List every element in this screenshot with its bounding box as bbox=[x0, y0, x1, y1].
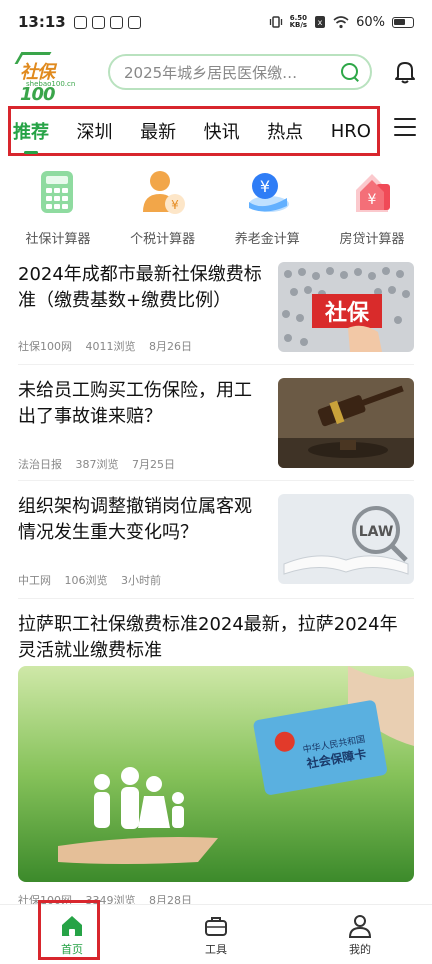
category-tab-bar: 推荐 深圳 最新 快讯 热点 HRO bbox=[0, 104, 432, 156]
thumb-label: 社保 bbox=[325, 300, 370, 326]
category-tabs: 推荐 深圳 最新 快讯 热点 HRO bbox=[12, 106, 372, 156]
article-thumbnail: 社保 bbox=[278, 262, 414, 352]
tab-flash[interactable]: 快讯 bbox=[203, 118, 241, 144]
thumb-label: LAW bbox=[359, 524, 394, 540]
tool-social-security-calc[interactable]: 社保计算器 bbox=[12, 162, 104, 252]
search-input[interactable]: 2025年城乡居民医保缴… bbox=[108, 54, 372, 90]
feed-divider bbox=[18, 480, 414, 481]
svg-text:¥: ¥ bbox=[260, 177, 270, 196]
article-date: 3小时前 bbox=[121, 574, 161, 587]
tool-label: 个税计算器 bbox=[130, 232, 196, 247]
menu-icon[interactable] bbox=[394, 118, 416, 138]
status-app-icons bbox=[73, 15, 141, 29]
article-meta: 法治日报 387浏览 7月25日 bbox=[18, 456, 185, 472]
app-notify-icon bbox=[91, 15, 105, 29]
article-thumbnail: LAW bbox=[278, 494, 414, 584]
article-title: 组织架构调整撤销岗位属客观情况发生重大变化吗？ bbox=[18, 496, 252, 543]
article-date: 7月25日 bbox=[132, 458, 175, 471]
tool-label: 社保计算器 bbox=[25, 232, 91, 247]
article-big-image[interactable]: 中华人民共和国 社会保障卡 bbox=[18, 666, 414, 882]
article-title: 2024年成都市最新社保缴费标准（缴费基数+缴费比例） bbox=[18, 264, 262, 311]
nav-label: 工具 bbox=[205, 943, 227, 956]
feed-divider bbox=[18, 364, 414, 365]
feed-divider bbox=[18, 598, 414, 599]
svg-text:¥: ¥ bbox=[368, 192, 377, 208]
tool-pension-calc[interactable]: ¥ 养老金计算 bbox=[221, 162, 313, 252]
article-title: 未给员工购买工伤保险，用工出了事故谁来赔？ bbox=[18, 380, 252, 427]
battery-icon bbox=[392, 16, 414, 28]
yuan-coin-icon: ¥ bbox=[243, 168, 291, 216]
status-bar: 13:13 6.50 KB/s x 60% bbox=[0, 0, 432, 44]
status-time: 13:13 bbox=[18, 13, 66, 31]
tool-mortgage-calc[interactable]: ¥ 房贷计算器 bbox=[326, 162, 418, 252]
tool-shortcuts: 社保计算器 ¥ 个税计算器 ¥ 养老金计算 ¥ 房贷计算器 bbox=[0, 162, 432, 252]
article-item[interactable]: 2024年成都市最新社保缴费标准（缴费基数+缴费比例） 社保100网 4011浏… bbox=[18, 262, 414, 356]
bell-icon[interactable] bbox=[392, 59, 418, 85]
person-yuan-icon: ¥ bbox=[139, 168, 187, 216]
calculator-icon bbox=[34, 168, 82, 216]
tab-hot[interactable]: 热点 bbox=[266, 118, 304, 144]
article-views: 387浏览 bbox=[75, 458, 119, 471]
toolbox-icon bbox=[205, 917, 227, 936]
article-source: 社保100网 bbox=[18, 340, 72, 353]
article-views: 4011浏览 bbox=[85, 340, 136, 353]
article-item[interactable]: 拉萨职工社保缴费标准2024最新，拉萨2024年灵活就业缴费标准 bbox=[18, 612, 414, 664]
app-header: 社保100 shebao100.cn 2025年城乡居民医保缴… bbox=[0, 44, 432, 105]
nav-highlight-box bbox=[38, 900, 100, 960]
tab-latest[interactable]: 最新 bbox=[139, 118, 177, 144]
tab-hro[interactable]: HRO bbox=[330, 121, 372, 142]
status-indicators: 6.50 KB/s x 60% bbox=[269, 15, 414, 30]
svg-text:¥: ¥ bbox=[171, 198, 179, 212]
article-date: 8月26日 bbox=[149, 340, 192, 353]
user-icon bbox=[348, 915, 372, 938]
article-thumbnail bbox=[278, 378, 414, 468]
search-icon[interactable] bbox=[340, 62, 360, 82]
tool-income-tax-calc[interactable]: ¥ 个税计算器 bbox=[117, 162, 209, 252]
nav-profile[interactable]: 我的 bbox=[288, 905, 432, 964]
article-meta: 中工网 106浏览 3小时前 bbox=[18, 572, 171, 588]
article-meta: 社保100网 4011浏览 8月26日 bbox=[18, 338, 202, 354]
logo-subtext: shebao100.cn bbox=[26, 80, 76, 88]
svg-text:x: x bbox=[318, 18, 323, 27]
article-item[interactable]: 未给员工购买工伤保险，用工出了事故谁来赔？ 法治日报 387浏览 7月25日 bbox=[18, 378, 414, 472]
tool-label: 房贷计算器 bbox=[339, 232, 405, 247]
app-logo: 社保100 shebao100.cn bbox=[14, 52, 88, 105]
tab-shenzhen[interactable]: 深圳 bbox=[76, 118, 114, 144]
wifi-icon bbox=[333, 16, 349, 29]
article-source: 法治日报 bbox=[18, 458, 62, 471]
battery-percent: 60% bbox=[356, 14, 385, 30]
article-item[interactable]: 组织架构调整撤销岗位属客观情况发生重大变化吗？ 中工网 106浏览 3小时前 L… bbox=[18, 494, 414, 588]
search-placeholder: 2025年城乡居民医保缴… bbox=[124, 63, 298, 82]
face-app-icon bbox=[127, 15, 141, 29]
tiktok-icon bbox=[73, 15, 87, 29]
sim-icon: x bbox=[315, 16, 326, 28]
vibrate-icon bbox=[269, 16, 282, 28]
house-yuan-icon: ¥ bbox=[348, 168, 396, 216]
tab-recommend[interactable]: 推荐 bbox=[12, 118, 50, 154]
nav-tools[interactable]: 工具 bbox=[144, 905, 288, 964]
nav-label: 我的 bbox=[349, 943, 371, 956]
article-views: 106浏览 bbox=[64, 574, 108, 587]
article-source: 中工网 bbox=[18, 574, 51, 587]
tool-label: 养老金计算 bbox=[234, 232, 300, 247]
mail-icon bbox=[109, 15, 123, 29]
article-title: 拉萨职工社保缴费标准2024最新，拉萨2024年灵活就业缴费标准 bbox=[18, 614, 398, 661]
net-speed: 6.50 KB/s bbox=[289, 14, 308, 29]
